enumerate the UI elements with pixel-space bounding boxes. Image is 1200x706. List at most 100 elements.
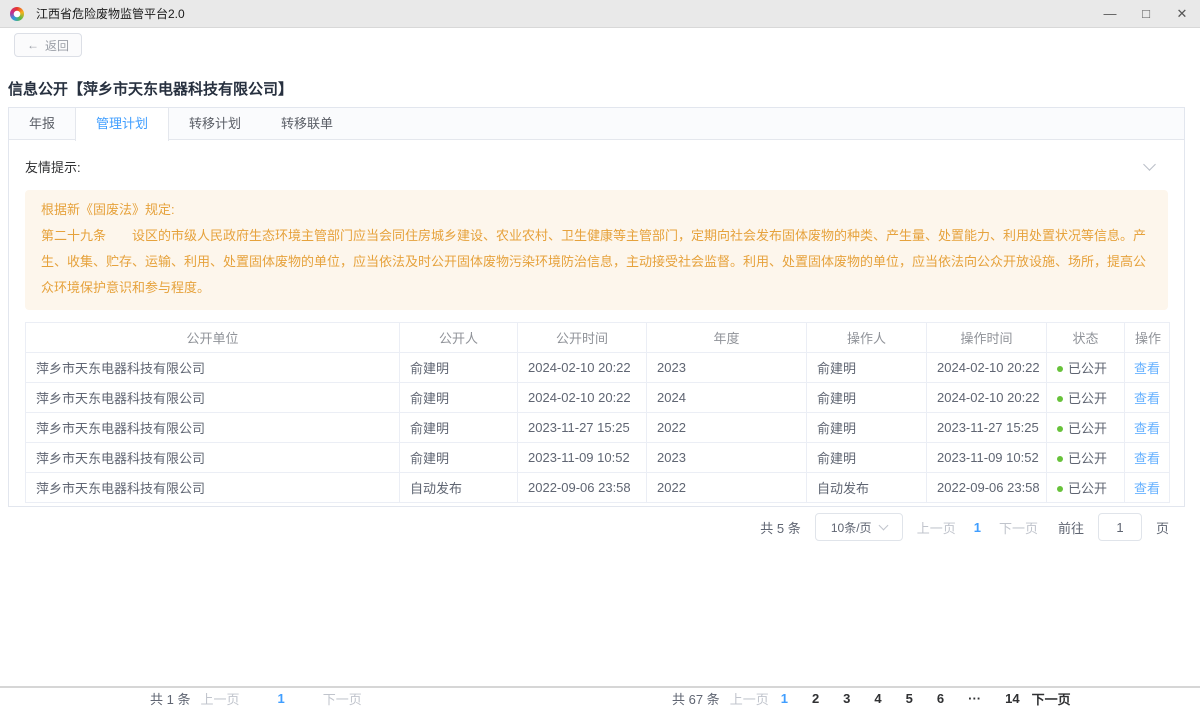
table-cell: 2024-02-10 20:22 <box>927 383 1047 413</box>
action-cell: 查看 <box>1125 383 1170 413</box>
next-page-button[interactable]: 下一页 <box>323 689 362 706</box>
table-cell: 俞建明 <box>400 443 518 473</box>
page-number-4[interactable]: 4 <box>874 691 881 706</box>
status-dot-icon <box>1057 486 1063 492</box>
notice-label: 友情提示: <box>25 157 81 176</box>
content-card: 年报管理计划转移计划转移联单 友情提示: 根据新《固废法》规定: 第二十九条 设… <box>8 107 1185 507</box>
tab-年报[interactable]: 年报 <box>9 108 75 139</box>
pager-total: 共 67 条 <box>672 689 720 706</box>
goto-label: 前往 <box>1058 518 1084 537</box>
action-cell: 查看 <box>1125 443 1170 473</box>
total-count: 共 5 条 <box>760 518 800 537</box>
alert-line2: 第二十九条 设区的市级人民政府生态环境主管部门应当会同住房城乡建设、农业农村、卫… <box>41 223 1152 301</box>
more-pages-button[interactable]: ··· <box>968 691 981 706</box>
status-text: 已公开 <box>1068 481 1107 496</box>
table-cell: 俞建明 <box>807 413 927 443</box>
status-text: 已公开 <box>1068 451 1107 466</box>
view-link[interactable]: 查看 <box>1134 421 1160 436</box>
table-row: 萍乡市天东电器科技有限公司俞建明2024-02-10 20:222023俞建明2… <box>26 353 1170 383</box>
next-page-button[interactable]: 下一页 <box>999 518 1038 537</box>
page-number-1[interactable]: 1 <box>781 691 788 706</box>
minimize-button[interactable]: — <box>1092 0 1128 28</box>
tab-转移联单[interactable]: 转移联单 <box>261 108 353 139</box>
table-cell: 2024-02-10 20:22 <box>927 353 1047 383</box>
table-row: 萍乡市天东电器科技有限公司俞建明2023-11-27 15:252022俞建明2… <box>26 413 1170 443</box>
close-button[interactable]: ✕ <box>1164 0 1200 28</box>
next-page-button[interactable]: 下一页 <box>1032 689 1071 706</box>
chevron-down-icon <box>878 521 888 531</box>
page-number-2[interactable]: 2 <box>812 691 819 706</box>
table-cell: 萍乡市天东电器科技有限公司 <box>26 413 400 443</box>
column-header: 公开时间 <box>518 323 647 353</box>
goto-suffix: 页 <box>1156 518 1169 537</box>
bottom-pager-left: 共 1 条上一页 1 下一页 <box>150 689 362 706</box>
back-button[interactable]: ← 返回 <box>14 33 82 57</box>
status-cell: 已公开 <box>1047 353 1125 383</box>
status-dot-icon <box>1057 426 1063 432</box>
pager-total: 共 1 条 <box>150 689 190 706</box>
table-cell: 俞建明 <box>400 353 518 383</box>
column-header: 状态 <box>1047 323 1125 353</box>
page-number-14[interactable]: 14 <box>1005 691 1019 706</box>
current-page-number[interactable]: 1 <box>970 520 985 535</box>
bottom-pager-right: 共 67 条上一页 1 2 3 4 5 6 ··· 14 下一页 <box>672 689 1071 706</box>
prev-page-button[interactable]: 上一页 <box>200 689 239 706</box>
back-arrow-icon: ← <box>27 38 39 52</box>
page-size-value: 10条/页 <box>831 519 872 536</box>
app-window: 江西省危险废物监管平台2.0 — □ ✕ ← 返回 信息公开【萍乡市天东电器科技… <box>0 0 1200 706</box>
bottom-divider <box>0 686 1200 688</box>
table-cell: 萍乡市天东电器科技有限公司 <box>26 353 400 383</box>
chevron-down-icon[interactable] <box>1143 158 1156 171</box>
tab-管理计划[interactable]: 管理计划 <box>75 108 169 141</box>
table-cell: 2022 <box>647 413 807 443</box>
page-number-6[interactable]: 6 <box>937 691 944 706</box>
table-cell: 自动发布 <box>400 473 518 503</box>
table-cell: 2022 <box>647 473 807 503</box>
page-number-3[interactable]: 3 <box>843 691 850 706</box>
status-text: 已公开 <box>1068 361 1107 376</box>
page-title: 信息公开【萍乡市天东电器科技有限公司】 <box>8 78 293 99</box>
window-controls: — □ ✕ <box>1092 0 1200 28</box>
status-cell: 已公开 <box>1047 473 1125 503</box>
regulation-alert: 根据新《固废法》规定: 第二十九条 设区的市级人民政府生态环境主管部门应当会同住… <box>25 190 1168 310</box>
view-link[interactable]: 查看 <box>1134 361 1160 376</box>
status-dot-icon <box>1057 456 1063 462</box>
notice-header: 友情提示: <box>25 154 1168 178</box>
column-header: 操作时间 <box>927 323 1047 353</box>
table-cell: 2024-02-10 20:22 <box>518 383 647 413</box>
table-cell: 萍乡市天东电器科技有限公司 <box>26 383 400 413</box>
column-header: 操作人 <box>807 323 927 353</box>
disclosure-table: 公开单位公开人公开时间年度操作人操作时间状态操作 萍乡市天东电器科技有限公司俞建… <box>25 322 1170 503</box>
status-cell: 已公开 <box>1047 413 1125 443</box>
table-cell: 2023-11-09 10:52 <box>518 443 647 473</box>
view-link[interactable]: 查看 <box>1134 391 1160 406</box>
page-number-5[interactable]: 5 <box>906 691 913 706</box>
app-icon <box>10 7 24 21</box>
status-text: 已公开 <box>1068 421 1107 436</box>
page-number-1[interactable]: 1 <box>277 691 284 706</box>
table-cell: 俞建明 <box>400 383 518 413</box>
alert-line1: 根据新《固废法》规定: <box>41 197 1152 223</box>
window-titlebar: 江西省危险废物监管平台2.0 — □ ✕ <box>0 0 1200 28</box>
tab-转移计划[interactable]: 转移计划 <box>169 108 261 139</box>
prev-page-button[interactable]: 上一页 <box>917 518 956 537</box>
status-dot-icon <box>1057 366 1063 372</box>
maximize-button[interactable]: □ <box>1128 0 1164 28</box>
table-cell: 2024-02-10 20:22 <box>518 353 647 383</box>
table-cell: 2024 <box>647 383 807 413</box>
card-body: 友情提示: 根据新《固废法》规定: 第二十九条 设区的市级人民政府生态环境主管部… <box>9 140 1184 541</box>
prev-page-button[interactable]: 上一页 <box>730 689 769 706</box>
action-cell: 查看 <box>1125 473 1170 503</box>
goto-page-input[interactable] <box>1098 513 1142 541</box>
tab-bar: 年报管理计划转移计划转移联单 <box>9 108 1184 140</box>
table-row: 萍乡市天东电器科技有限公司俞建明2023-11-09 10:522023俞建明2… <box>26 443 1170 473</box>
page-size-select[interactable]: 10条/页 <box>815 513 903 541</box>
table-cell: 俞建明 <box>807 443 927 473</box>
page-numbers: 1 <box>277 691 284 706</box>
table-body: 萍乡市天东电器科技有限公司俞建明2024-02-10 20:222023俞建明2… <box>26 353 1170 503</box>
table-cell: 2023-11-27 15:25 <box>927 413 1047 443</box>
table-cell: 2023 <box>647 353 807 383</box>
view-link[interactable]: 查看 <box>1134 481 1160 496</box>
table-cell: 萍乡市天东电器科技有限公司 <box>26 443 400 473</box>
view-link[interactable]: 查看 <box>1134 451 1160 466</box>
